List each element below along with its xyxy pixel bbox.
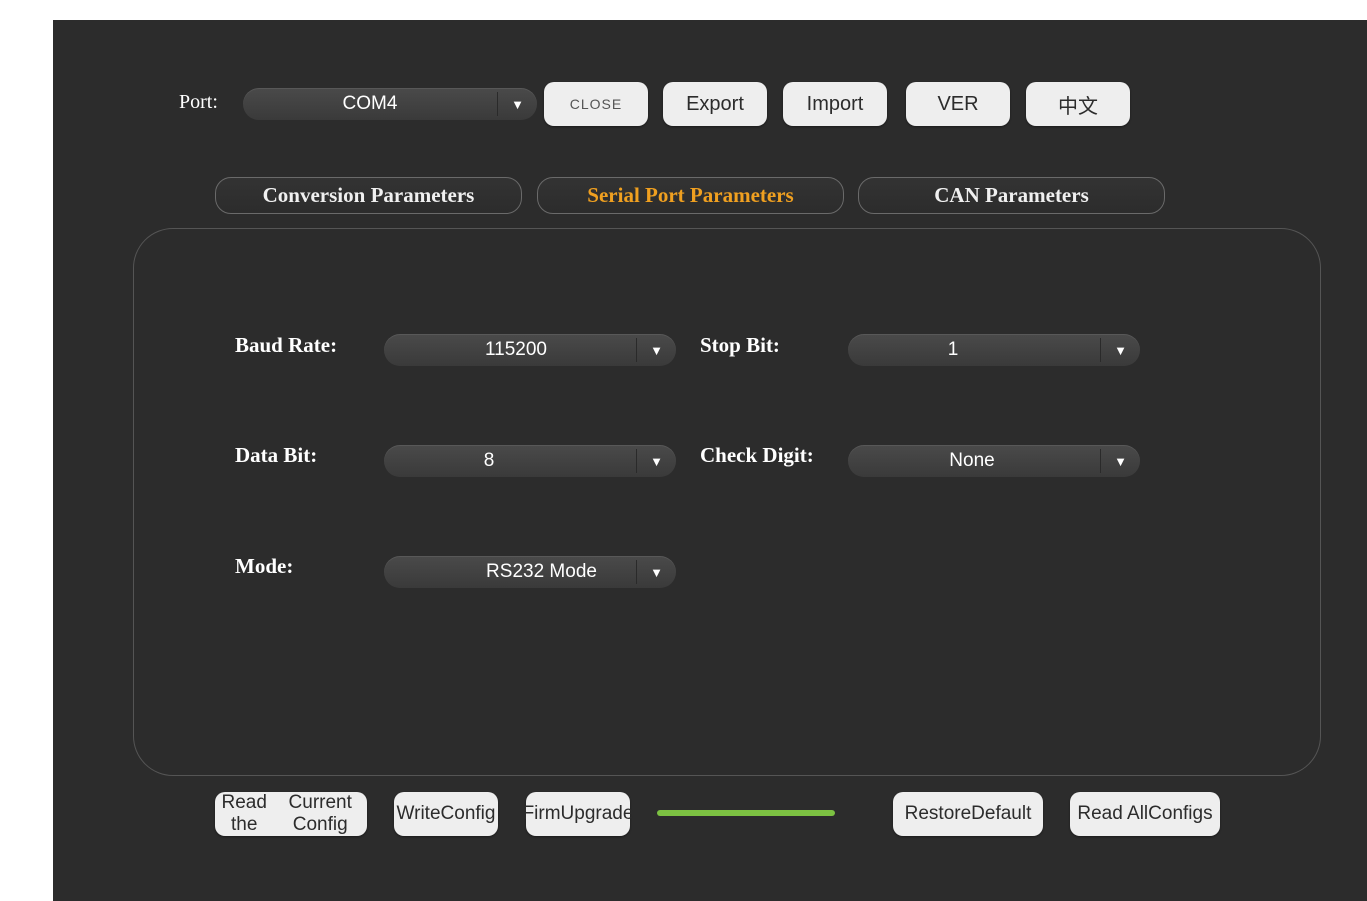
caret-down-icon[interactable]: ▼ bbox=[1101, 334, 1140, 366]
caret-down-icon[interactable]: ▼ bbox=[1101, 445, 1140, 477]
write-config-button[interactable]: Write Config bbox=[394, 792, 498, 836]
caret-down-icon[interactable]: ▼ bbox=[637, 556, 676, 588]
port-select[interactable]: COM4 ▼ bbox=[243, 88, 537, 120]
stop-bit-select[interactable]: 1 ▼ bbox=[848, 334, 1140, 366]
import-button[interactable]: Import bbox=[783, 82, 887, 126]
mode-select[interactable]: RS232 Mode ▼ bbox=[384, 556, 676, 588]
button-label-line: Configs bbox=[1148, 803, 1213, 824]
restore-default-button[interactable]: Restore Default bbox=[893, 792, 1043, 836]
version-button[interactable]: VER bbox=[906, 82, 1010, 126]
language-button[interactable]: 中文 bbox=[1026, 82, 1130, 126]
caret-down-icon[interactable]: ▼ bbox=[498, 88, 537, 120]
mode-label: Mode: bbox=[235, 554, 294, 578]
baud-rate-select[interactable]: 115200 ▼ bbox=[384, 334, 676, 366]
check-digit-value: None bbox=[949, 450, 995, 471]
port-label: Port: bbox=[179, 91, 218, 113]
baud-rate-label: Baud Rate: bbox=[235, 333, 338, 357]
button-label-line: Upgrade bbox=[560, 803, 634, 824]
button-label-line: Current Config bbox=[288, 792, 352, 835]
check-digit-select[interactable]: None ▼ bbox=[848, 445, 1140, 477]
button-label-line: Firm bbox=[522, 803, 561, 824]
stop-bit-label: Stop Bit: bbox=[700, 333, 780, 357]
read-all-configs-button[interactable]: Read All Configs bbox=[1070, 792, 1220, 836]
data-bit-value: 8 bbox=[483, 450, 495, 471]
button-label-line: Config bbox=[440, 803, 496, 824]
tab-conversion-parameters[interactable]: Conversion Parameters bbox=[215, 177, 522, 214]
button-label-line: Read All bbox=[1077, 803, 1149, 824]
button-label-line: Read the bbox=[221, 792, 267, 835]
stop-bit-value: 1 bbox=[947, 339, 959, 360]
port-select-value: COM4 bbox=[342, 93, 398, 114]
export-button[interactable]: Export bbox=[663, 82, 767, 126]
close-port-button[interactable]: CLOSE bbox=[544, 82, 648, 126]
data-bit-select[interactable]: 8 ▼ bbox=[384, 445, 676, 477]
upgrade-progress-bar bbox=[657, 810, 835, 816]
caret-down-icon[interactable]: ▼ bbox=[637, 334, 676, 366]
baud-rate-value: 115200 bbox=[485, 339, 547, 360]
parameters-panel bbox=[133, 228, 1321, 776]
button-label-line: Default bbox=[971, 803, 1032, 824]
mode-value: RS232 Mode bbox=[486, 561, 597, 582]
app-window: Port: COM4 ▼ CLOSE Export Import VER 中文 … bbox=[53, 20, 1367, 901]
button-label-line: Write bbox=[396, 803, 441, 824]
button-label-line: Restore bbox=[904, 803, 972, 824]
data-bit-label: Data Bit: bbox=[235, 443, 318, 467]
caret-down-icon[interactable]: ▼ bbox=[637, 445, 676, 477]
tab-can-parameters[interactable]: CAN Parameters bbox=[858, 177, 1165, 214]
check-digit-label: Check Digit: bbox=[700, 443, 814, 467]
firm-upgrade-button[interactable]: Firm Upgrade bbox=[522, 792, 633, 836]
tab-serial-port-parameters[interactable]: Serial Port Parameters bbox=[537, 177, 844, 214]
read-current-config-button[interactable]: Read the Current Config bbox=[215, 792, 367, 836]
